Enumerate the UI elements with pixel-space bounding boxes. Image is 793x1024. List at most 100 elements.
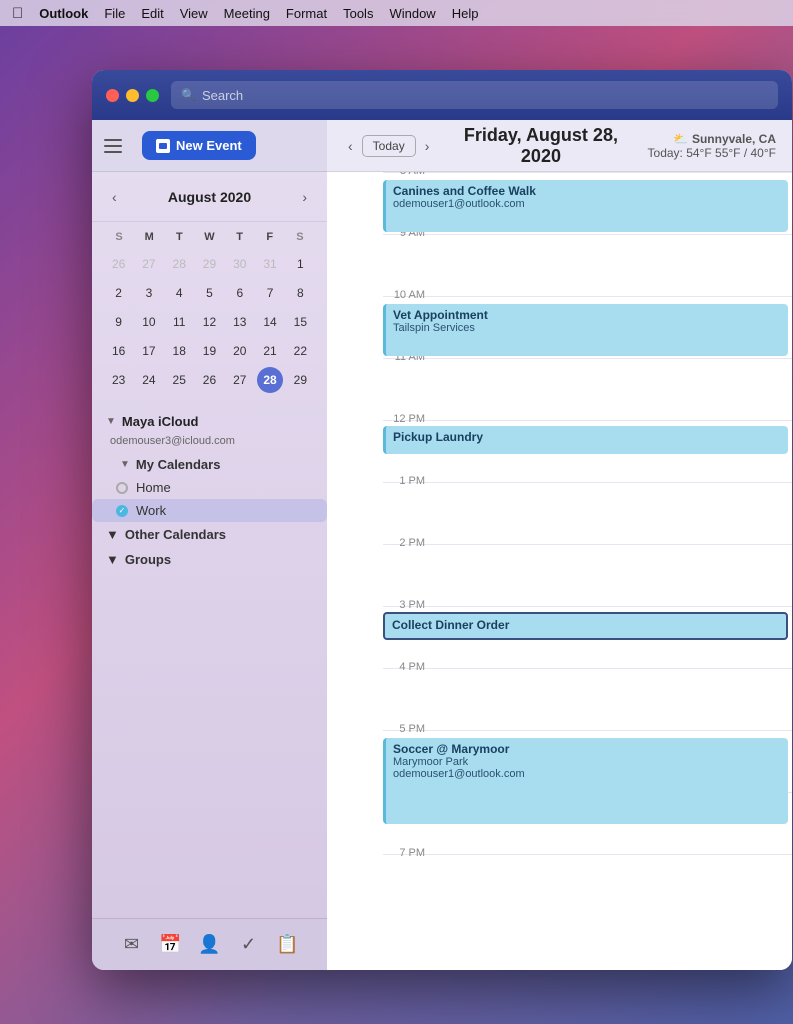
new-event-label: New Event (176, 138, 242, 153)
event-canines-coffee[interactable]: Canines and Coffee Walk odemouser1@outlo… (383, 180, 788, 232)
event-vet-title: Vet Appointment (393, 308, 781, 322)
day-header-fri: F (255, 228, 285, 246)
menu-format[interactable]: Format (286, 6, 327, 21)
event-collect-dinner[interactable]: Collect Dinner Order (383, 612, 788, 640)
contacts-nav-button[interactable]: 👤 (196, 931, 224, 959)
menu-edit[interactable]: Edit (141, 6, 163, 21)
day-scroll-area[interactable]: 8 AM 9 AM 10 AM 11 AM 12 PM 1 (327, 172, 792, 970)
cal-day[interactable]: 6 (227, 280, 253, 306)
day-title: Friday, August 28, 2020 (444, 125, 637, 167)
cal-day[interactable]: 17 (136, 338, 162, 364)
apple-menu[interactable]:  (12, 5, 23, 22)
event-soccer-title: Soccer @ Marymoor (393, 742, 781, 756)
event-pickup-laundry[interactable]: Pickup Laundry (383, 426, 788, 454)
home-calendar-dot (116, 482, 128, 494)
groups-section[interactable]: ▼ Groups (92, 547, 327, 572)
cal-day[interactable]: 16 (106, 338, 132, 364)
bottom-nav: ✉ 📅 👤 ✓ 📋 (92, 918, 327, 970)
cal-day[interactable]: 22 (287, 338, 313, 364)
cal-day[interactable]: 8 (287, 280, 313, 306)
cal-day[interactable]: 7 (257, 280, 283, 306)
cal-day[interactable]: 14 (257, 309, 283, 335)
cal-day[interactable]: 25 (166, 367, 192, 393)
time-label-3pm: 3 PM (383, 599, 433, 611)
zoom-button[interactable] (146, 89, 159, 102)
search-bar[interactable]: 🔍 Search (171, 81, 778, 109)
chevron-down-icon: ▼ (106, 416, 116, 427)
other-calendars-section[interactable]: ▼ Other Calendars (92, 522, 327, 547)
weather-city: Sunnyvale, CA (692, 132, 776, 146)
event-canines-sub: odemouser1@outlook.com (393, 198, 781, 210)
event-vet-appointment[interactable]: Vet Appointment Tailspin Services (383, 304, 788, 356)
cal-day[interactable]: 31 (257, 251, 283, 277)
menu-meeting[interactable]: Meeting (224, 6, 270, 21)
time-row-4pm: 4 PM (383, 668, 792, 730)
cal-day[interactable]: 1 (287, 251, 313, 277)
close-button[interactable] (106, 89, 119, 102)
cal-day[interactable]: 20 (227, 338, 253, 364)
cal-day[interactable]: 28 (166, 251, 192, 277)
cal-day[interactable]: 19 (196, 338, 222, 364)
day-header-bar: ‹ Today › Friday, August 28, 2020 ⛅ Sunn… (327, 120, 792, 172)
event-soccer-marymoor[interactable]: Soccer @ Marymoor Marymoor Park odemouse… (383, 738, 788, 824)
weather-today: Today: 54°F (648, 146, 712, 160)
event-dinner-title: Collect Dinner Order (392, 618, 779, 632)
maya-icloud-section[interactable]: ▼ Maya iCloud (92, 408, 327, 435)
today-button[interactable]: Today (362, 135, 416, 157)
work-calendar-item[interactable]: ✓ Work (92, 499, 327, 522)
weather-range: 55°F / 40°F (715, 146, 776, 160)
time-row-11am: 11 AM (383, 358, 792, 420)
next-day-button[interactable]: › (420, 135, 435, 157)
my-calendars-section[interactable]: ▼ My Calendars (92, 453, 327, 476)
menu-file[interactable]: File (104, 6, 125, 21)
hamburger-button[interactable] (104, 132, 132, 160)
home-calendar-item[interactable]: Home (92, 476, 327, 499)
cal-day-today[interactable]: 28 (257, 367, 283, 393)
cal-day[interactable]: 12 (196, 309, 222, 335)
cal-day[interactable]: 10 (136, 309, 162, 335)
menu-window[interactable]: Window (389, 6, 435, 21)
cal-day[interactable]: 18 (166, 338, 192, 364)
cal-day[interactable]: 27 (136, 251, 162, 277)
cal-day[interactable]: 9 (106, 309, 132, 335)
event-soccer-sub1: Marymoor Park (393, 756, 781, 768)
cal-day[interactable]: 23 (106, 367, 132, 393)
cal-day[interactable]: 26 (196, 367, 222, 393)
time-label-12pm: 12 PM (383, 413, 433, 425)
menu-view[interactable]: View (180, 6, 208, 21)
cal-day[interactable]: 29 (196, 251, 222, 277)
cal-day[interactable]: 29 (287, 367, 313, 393)
cal-day[interactable]: 5 (196, 280, 222, 306)
nav-arrows: ‹ Today › (343, 135, 434, 157)
minimize-button[interactable] (126, 89, 139, 102)
other-calendars-label: Other Calendars (125, 527, 226, 542)
new-event-button[interactable]: New Event (142, 131, 256, 160)
next-month-button[interactable]: › (296, 185, 313, 209)
time-label-4pm: 4 PM (383, 661, 433, 673)
cal-day[interactable]: 21 (257, 338, 283, 364)
cal-day[interactable]: 15 (287, 309, 313, 335)
calendar-nav-button[interactable]: 📅 (157, 931, 185, 959)
cal-day[interactable]: 11 (166, 309, 192, 335)
cal-day[interactable]: 30 (227, 251, 253, 277)
mail-nav-button[interactable]: ✉ (118, 931, 146, 959)
menu-help[interactable]: Help (452, 6, 479, 21)
prev-month-button[interactable]: ‹ (106, 185, 123, 209)
time-grid: 8 AM 9 AM 10 AM 11 AM 12 PM 1 (327, 172, 792, 932)
tasks-nav-button[interactable]: ✓ (235, 931, 263, 959)
cal-day[interactable]: 27 (227, 367, 253, 393)
day-header-thu: T (225, 228, 255, 246)
app-window: 🔍 Search New Event ‹ August 2020 › (92, 70, 792, 970)
prev-day-button[interactable]: ‹ (343, 135, 358, 157)
cal-day[interactable]: 2 (106, 280, 132, 306)
cal-day[interactable]: 26 (106, 251, 132, 277)
cal-day[interactable]: 24 (136, 367, 162, 393)
cal-day[interactable]: 13 (227, 309, 253, 335)
cal-day[interactable]: 3 (136, 280, 162, 306)
day-headers: S M T W T F S (104, 228, 315, 246)
notes-nav-button[interactable]: 📋 (274, 931, 302, 959)
menu-tools[interactable]: Tools (343, 6, 373, 21)
app-name[interactable]: Outlook (39, 6, 88, 21)
cal-day[interactable]: 4 (166, 280, 192, 306)
calendar-icon (156, 139, 170, 153)
